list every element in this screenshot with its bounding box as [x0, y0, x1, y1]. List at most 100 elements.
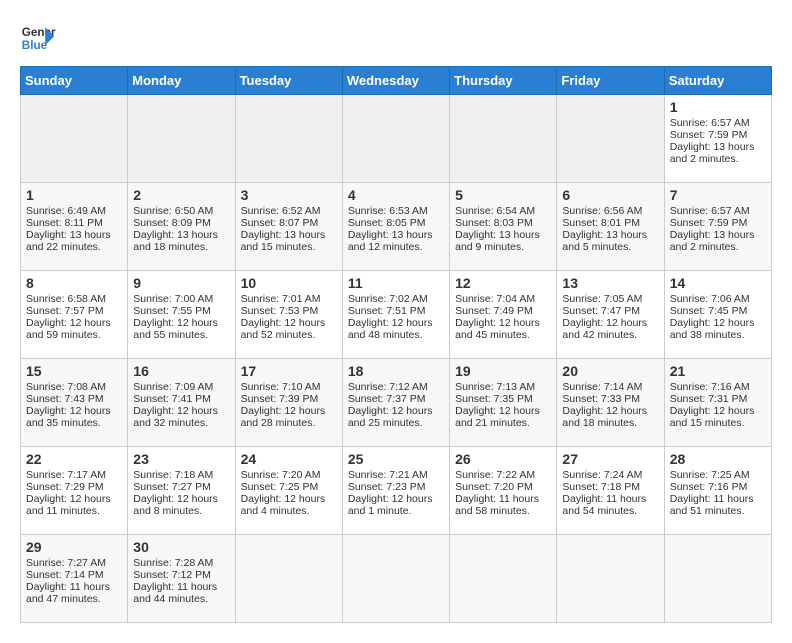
- calendar-cell: 7Sunrise: 6:57 AMSunset: 7:59 PMDaylight…: [664, 183, 771, 271]
- weekday-header-tuesday: Tuesday: [235, 67, 342, 95]
- sunrise-text: Sunrise: 6:57 AM: [670, 117, 766, 129]
- sunset-text: Sunset: 7:35 PM: [455, 393, 551, 405]
- sunrise-text: Sunrise: 6:50 AM: [133, 205, 229, 217]
- daylight-text: Daylight: 12 hours and 28 minutes.: [241, 405, 337, 429]
- day-number: 19: [455, 363, 551, 379]
- daylight-text: Daylight: 12 hours and 55 minutes.: [133, 317, 229, 341]
- sunset-text: Sunset: 7:27 PM: [133, 481, 229, 493]
- day-number: 25: [348, 451, 444, 467]
- calendar-cell: 29Sunrise: 7:27 AMSunset: 7:14 PMDayligh…: [21, 535, 128, 623]
- sunset-text: Sunset: 7:43 PM: [26, 393, 122, 405]
- calendar-cell: 25 Sunrise: 7:21 AMSunset: 7:23 PMDayligh…: [342, 447, 449, 535]
- day-number: 14: [670, 275, 766, 291]
- sunset-text: Sunset: 7:23 PM: [348, 481, 444, 493]
- sunrise-text: Sunrise: 7:17 AM: [26, 469, 122, 481]
- day-number: 10: [241, 275, 337, 291]
- day-number: 20: [562, 363, 658, 379]
- calendar-cell: [450, 535, 557, 623]
- daylight-text: Daylight: 12 hours and 42 minutes.: [562, 317, 658, 341]
- calendar-cell: 24Sunrise: 7:20 AMSunset: 7:25 PMDayligh…: [235, 447, 342, 535]
- calendar-cell: 23Sunrise: 7:18 AMSunset: 7:27 PMDayligh…: [128, 447, 235, 535]
- weekday-header-row: SundayMondayTuesdayWednesdayThursdayFrid…: [21, 67, 772, 95]
- weekday-header-sunday: Sunday: [21, 67, 128, 95]
- weekday-header-friday: Friday: [557, 67, 664, 95]
- daylight-text: Daylight: 13 hours and 5 minutes.: [562, 229, 658, 253]
- sunset-text: Sunset: 7:12 PM: [133, 569, 229, 581]
- calendar-cell: [557, 95, 664, 183]
- sunset-text: Sunset: 7:41 PM: [133, 393, 229, 405]
- sunset-text: Sunset: 7:20 PM: [455, 481, 551, 493]
- daylight-text: Daylight: 12 hours and 59 minutes.: [26, 317, 122, 341]
- calendar-cell: [664, 535, 771, 623]
- calendar-cell: 12Sunrise: 7:04 AMSunset: 7:49 PMDayligh…: [450, 271, 557, 359]
- daylight-text: Daylight: 13 hours and 9 minutes.: [455, 229, 551, 253]
- calendar-cell: [342, 95, 449, 183]
- sunrise-text: Sunrise: 6:56 AM: [562, 205, 658, 217]
- day-number: 16: [133, 363, 229, 379]
- day-number: 26: [455, 451, 551, 467]
- calendar-week-row: 29Sunrise: 7:27 AMSunset: 7:14 PMDayligh…: [21, 535, 772, 623]
- daylight-text: Daylight: 12 hours and 52 minutes.: [241, 317, 337, 341]
- sunrise-text: Sunrise: 7:06 AM: [670, 293, 766, 305]
- sunset-text: Sunset: 8:03 PM: [455, 217, 551, 229]
- calendar-cell: 16Sunrise: 7:09 AMSunset: 7:41 PMDayligh…: [128, 359, 235, 447]
- sunset-text: Sunset: 8:11 PM: [26, 217, 122, 229]
- sunrise-text: Sunrise: 7:12 AM: [348, 381, 444, 393]
- daylight-text: Daylight: 13 hours and 2 minutes.: [670, 141, 766, 165]
- daylight-text: Daylight: 12 hours and 1 minute.: [348, 493, 444, 517]
- sunrise-text: Sunrise: 7:28 AM: [133, 557, 229, 569]
- sunset-text: Sunset: 7:57 PM: [26, 305, 122, 317]
- sunrise-text: Sunrise: 6:52 AM: [241, 205, 337, 217]
- sunrise-text: Sunrise: 7:16 AM: [670, 381, 766, 393]
- weekday-header-saturday: Saturday: [664, 67, 771, 95]
- sunset-text: Sunset: 7:16 PM: [670, 481, 766, 493]
- sunrise-text: Sunrise: 6:53 AM: [348, 205, 444, 217]
- calendar-cell: 13Sunrise: 7:05 AMSunset: 7:47 PMDayligh…: [557, 271, 664, 359]
- daylight-text: Daylight: 13 hours and 12 minutes.: [348, 229, 444, 253]
- daylight-text: Daylight: 12 hours and 15 minutes.: [670, 405, 766, 429]
- sunrise-text: Sunrise: 7:04 AM: [455, 293, 551, 305]
- calendar-cell: [450, 95, 557, 183]
- day-number: 2: [133, 187, 229, 203]
- sunrise-text: Sunrise: 7:24 AM: [562, 469, 658, 481]
- sunset-text: Sunset: 7:49 PM: [455, 305, 551, 317]
- calendar-cell: 2Sunrise: 6:50 AMSunset: 8:09 PMDaylight…: [128, 183, 235, 271]
- header: General Blue: [20, 20, 772, 56]
- calendar-cell: 14Sunrise: 7:06 AMSunset: 7:45 PMDayligh…: [664, 271, 771, 359]
- sunset-text: Sunset: 7:14 PM: [26, 569, 122, 581]
- daylight-text: Daylight: 12 hours and 38 minutes.: [670, 317, 766, 341]
- daylight-text: Daylight: 11 hours and 58 minutes.: [455, 493, 551, 517]
- calendar-cell: 19Sunrise: 7:13 AMSunset: 7:35 PMDayligh…: [450, 359, 557, 447]
- day-number: 11: [348, 275, 444, 291]
- calendar-cell: [557, 535, 664, 623]
- daylight-text: Daylight: 11 hours and 54 minutes.: [562, 493, 658, 517]
- sunset-text: Sunset: 7:25 PM: [241, 481, 337, 493]
- day-number: 29: [26, 539, 122, 555]
- day-number: 1: [26, 187, 122, 203]
- sunset-text: Sunset: 7:53 PM: [241, 305, 337, 317]
- sunset-text: Sunset: 7:51 PM: [348, 305, 444, 317]
- sunset-text: Sunset: 7:59 PM: [670, 217, 766, 229]
- calendar-cell: 27Sunrise: 7:24 AMSunset: 7:18 PMDayligh…: [557, 447, 664, 535]
- sunrise-text: Sunrise: 7:21 AM: [348, 469, 444, 481]
- calendar-week-row: 1 Sunrise: 6:49 AMSunset: 8:11 PM Daylight…: [21, 183, 772, 271]
- sunset-text: Sunset: 7:37 PM: [348, 393, 444, 405]
- sunset-text: Sunset: 7:55 PM: [133, 305, 229, 317]
- sunset-text: Sunset: 7:47 PM: [562, 305, 658, 317]
- daylight-text: Daylight: 12 hours and 48 minutes.: [348, 317, 444, 341]
- weekday-header-thursday: Thursday: [450, 67, 557, 95]
- calendar-cell: [128, 95, 235, 183]
- weekday-header-wednesday: Wednesday: [342, 67, 449, 95]
- calendar-cell: 18Sunrise: 7:12 AMSunset: 7:37 PMDayligh…: [342, 359, 449, 447]
- daylight-text: Daylight: 13 hours and 2 minutes.: [670, 229, 766, 253]
- day-number: 15: [26, 363, 122, 379]
- sunrise-text: Sunrise: 6:58 AM: [26, 293, 122, 305]
- sunset-text: Sunset: 7:39 PM: [241, 393, 337, 405]
- calendar-cell: 4Sunrise: 6:53 AMSunset: 8:05 PMDaylight…: [342, 183, 449, 271]
- day-number: 1: [670, 99, 766, 115]
- svg-text:Blue: Blue: [22, 39, 48, 52]
- calendar-cell: 11Sunrise: 7:02 AMSunset: 7:51 PMDayligh…: [342, 271, 449, 359]
- sunrise-text: Sunrise: 6:49 AM: [26, 205, 122, 217]
- sunrise-text: Sunrise: 7:01 AM: [241, 293, 337, 305]
- calendar-cell: [342, 535, 449, 623]
